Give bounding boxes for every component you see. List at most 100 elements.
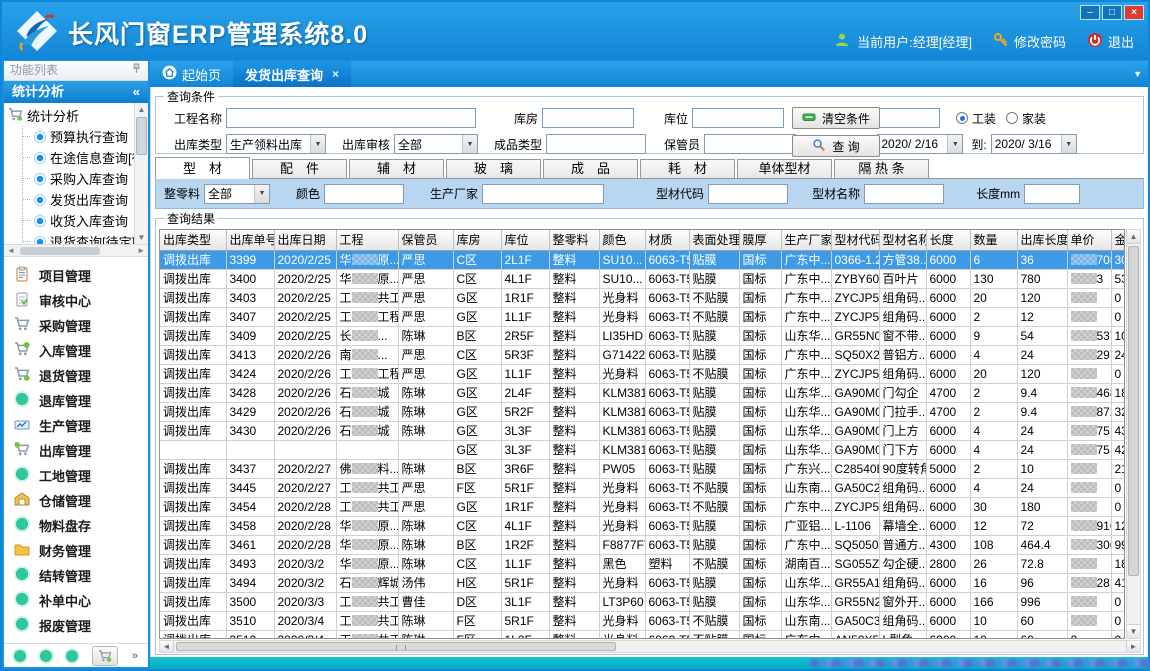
radio-jiazhuang[interactable]: 家装 bbox=[1006, 110, 1046, 127]
scroll-down-icon[interactable]: ▼ bbox=[1127, 624, 1140, 638]
column-header[interactable]: 工程 bbox=[336, 230, 398, 250]
sidebar-item-folder[interactable]: 财务管理 bbox=[14, 538, 148, 563]
scroll-thumb[interactable] bbox=[176, 642, 616, 651]
material-tab[interactable]: 成 品 bbox=[543, 159, 638, 178]
column-header[interactable]: 颜色 bbox=[599, 230, 645, 250]
column-header[interactable]: 出库长度 bbox=[1017, 230, 1067, 250]
module-dot-icon[interactable] bbox=[14, 650, 26, 662]
table-row[interactable]: 调拨出库34002020/2/25华原...严思C区4L1F整料SU10...6… bbox=[160, 269, 1125, 288]
whole-part-select[interactable]: 全部▼ bbox=[204, 184, 270, 204]
scroll-left-icon[interactable]: ◄ bbox=[7, 245, 15, 257]
sidebar-item-clipboard[interactable]: 项目管理 bbox=[14, 263, 148, 288]
close-button[interactable]: × bbox=[1124, 5, 1144, 20]
project-name-input[interactable] bbox=[226, 108, 476, 128]
table-row[interactable]: 调拨出库34542020/2/28工共工程严思G区1R1F整料光身料6063-T… bbox=[160, 497, 1125, 516]
material-tab[interactable]: 隔 热 条 bbox=[834, 159, 929, 178]
scroll-up-icon[interactable]: ▲ bbox=[1127, 230, 1140, 244]
outbound-type-select[interactable]: 生产领料出库▼ bbox=[226, 134, 326, 154]
sidebar-section-header[interactable]: 统计分析 « bbox=[4, 81, 148, 103]
scroll-left-icon[interactable]: ◄ bbox=[160, 641, 174, 652]
column-header[interactable]: 出库类型 bbox=[160, 230, 226, 250]
search-button[interactable]: 查 询 bbox=[792, 135, 880, 157]
column-header[interactable]: 单价 bbox=[1067, 230, 1111, 250]
column-header[interactable]: 型材代码 bbox=[831, 230, 879, 250]
tree-root[interactable]: 统计分析 bbox=[8, 105, 148, 126]
table-row[interactable]: 调拨出库34242020/2/26工工程严思G区1L1F整料光身料6063-T5… bbox=[160, 364, 1125, 383]
tree-item[interactable]: 采购入库查询 bbox=[23, 168, 148, 189]
sidebar-item-cart[interactable]: 采购管理 bbox=[14, 313, 148, 338]
column-header[interactable]: 生产厂家 bbox=[781, 230, 831, 250]
table-row[interactable]: 调拨出库35002020/3/3工共工程曹佳D区3L1F整料LT3P606063… bbox=[160, 592, 1125, 611]
warehouse-input[interactable] bbox=[542, 108, 634, 128]
sidebar-item-chart[interactable]: 生产管理 bbox=[14, 413, 148, 438]
column-header[interactable]: 数量 bbox=[970, 230, 1017, 250]
table-row[interactable]: 调拨出库34132020/2/26南...严思C区5R3F整料G71422606… bbox=[160, 345, 1125, 364]
minimize-button[interactable]: – bbox=[1080, 5, 1100, 20]
factory-input[interactable] bbox=[482, 184, 604, 204]
radio-gongzhuang[interactable]: 工装 bbox=[956, 110, 996, 127]
tab-shipping-outbound-query[interactable]: 发货出库查询 × bbox=[233, 61, 351, 87]
column-header[interactable]: 材质 bbox=[645, 230, 689, 250]
material-tab[interactable]: 辅 材 bbox=[349, 159, 444, 178]
table-row[interactable]: 调拨出库34032020/2/25工共工程严思G区1R1F整料光身料6063-T… bbox=[160, 288, 1125, 307]
table-row[interactable]: 调拨出库34582020/2/28华原...陈琳C区4L1F整料光身料6063-… bbox=[160, 516, 1125, 535]
profile-code-input[interactable] bbox=[708, 184, 788, 204]
sidebar-item-circle[interactable]: 物料盘存 bbox=[14, 513, 148, 538]
table-row[interactable]: 调拨出库35122020/3/4工共工程陈琳F区1L2F整料光身料6063-T5… bbox=[160, 630, 1125, 639]
sidebar-item-circle[interactable]: 结转管理 bbox=[14, 563, 148, 588]
scroll-thumb[interactable] bbox=[136, 117, 147, 155]
tree-item[interactable]: 退货查询[待定] bbox=[23, 231, 148, 245]
length-input[interactable] bbox=[1024, 184, 1080, 204]
scroll-thumb[interactable] bbox=[1128, 246, 1139, 576]
sidebar-item-warehouse[interactable]: 仓储管理 bbox=[14, 488, 148, 513]
logout-button[interactable]: 退出 bbox=[1087, 32, 1134, 51]
tree-item[interactable]: 收货入库查询 bbox=[23, 210, 148, 231]
location-input[interactable] bbox=[692, 108, 784, 128]
audit-select[interactable]: 全部▼ bbox=[394, 134, 478, 154]
table-row[interactable]: 调拨出库34302020/2/26石城陈琳G区3L3F整料KLM38176063… bbox=[160, 421, 1125, 440]
table-row[interactable]: 调拨出库34072020/2/25工工程严思G区1L1F整料光身料6063-T5… bbox=[160, 307, 1125, 326]
column-header[interactable]: 库位 bbox=[501, 230, 549, 250]
sidebar-item-cart-return[interactable]: 退货管理 bbox=[14, 363, 148, 388]
clear-conditions-button[interactable]: 清空条件 bbox=[792, 107, 880, 129]
scroll-down-icon[interactable]: ▼ bbox=[135, 231, 148, 244]
material-tab[interactable]: 耗 材 bbox=[640, 159, 735, 178]
material-tab[interactable]: 配 件 bbox=[252, 159, 347, 178]
scroll-right-icon[interactable]: ► bbox=[137, 245, 145, 257]
results-vertical-scrollbar[interactable]: ▲ ▼ bbox=[1126, 229, 1141, 639]
column-header[interactable]: 库房 bbox=[453, 230, 501, 250]
sidebar-item-circle[interactable]: 报废管理 bbox=[14, 613, 148, 638]
column-header[interactable]: 出库日期 bbox=[274, 230, 336, 250]
scroll-thumb[interactable] bbox=[20, 247, 100, 255]
column-header[interactable]: 金 bbox=[1111, 230, 1125, 250]
material-tab[interactable]: 单体型材 bbox=[737, 159, 832, 178]
table-row[interactable]: 调拨出库34612020/2/28华原...陈琳B区1R2F整料F8877FT6… bbox=[160, 535, 1125, 554]
product-type-input[interactable] bbox=[546, 134, 646, 154]
table-row[interactable]: 调拨出库35102020/3/4工共工程陈琳F区5R1F整料光身料6063-T5… bbox=[160, 611, 1125, 630]
table-row[interactable]: 调拨出库34372020/2/27佛料...陈琳B区3R6F整料PW056063… bbox=[160, 459, 1125, 478]
change-password-button[interactable]: 修改密码 bbox=[993, 32, 1066, 51]
tree-item[interactable]: 在途信息查询[待 bbox=[23, 147, 148, 168]
table-row[interactable]: 调拨出库34932020/3/2华原...陈琳C区1L1F整料黑色塑料不贴膜国标… bbox=[160, 554, 1125, 573]
column-header[interactable]: 长度 bbox=[926, 230, 970, 250]
tab-home[interactable]: 起始页 bbox=[150, 61, 233, 87]
cart-module-button[interactable] bbox=[92, 646, 118, 666]
column-header[interactable]: 出库单号 bbox=[226, 230, 274, 250]
table-row[interactable]: 调拨出库33992020/2/25华原...严思C区2L1F整料SU10...6… bbox=[160, 250, 1125, 269]
scroll-up-icon[interactable]: ▲ bbox=[135, 103, 148, 116]
color-input[interactable] bbox=[324, 184, 404, 204]
table-row[interactable]: 调拨出库34282020/2/26石城陈琳G区2L4F整料KLM38176063… bbox=[160, 383, 1125, 402]
date-from-picker[interactable]: 2020/ 2/16▼ bbox=[877, 134, 963, 154]
table-row[interactable]: 调拨出库34942020/3/2石辉城汤伟H区5R1F整料光身料6063-T5贴… bbox=[160, 573, 1125, 592]
module-dot-icon[interactable] bbox=[40, 650, 52, 662]
sidebar-item-circle[interactable]: 补单中心 bbox=[14, 588, 148, 613]
material-tab[interactable]: 型 材 bbox=[155, 157, 250, 179]
more-modules-button[interactable]: » bbox=[132, 650, 138, 662]
profile-name-input[interactable] bbox=[864, 184, 944, 204]
column-header[interactable]: 膜厚 bbox=[739, 230, 781, 250]
sidebar-item-clipboard2[interactable]: 审核中心 bbox=[14, 288, 148, 313]
table-row[interactable]: 调拨出库34452020/2/27工共工程严思F区5R1F整料光身料6063-T… bbox=[160, 478, 1125, 497]
results-horizontal-scrollbar[interactable]: ◄ ► bbox=[159, 640, 1141, 653]
sidebar-item-cart-in[interactable]: 入库管理 bbox=[14, 338, 148, 363]
column-header[interactable]: 表面处理 bbox=[689, 230, 739, 250]
